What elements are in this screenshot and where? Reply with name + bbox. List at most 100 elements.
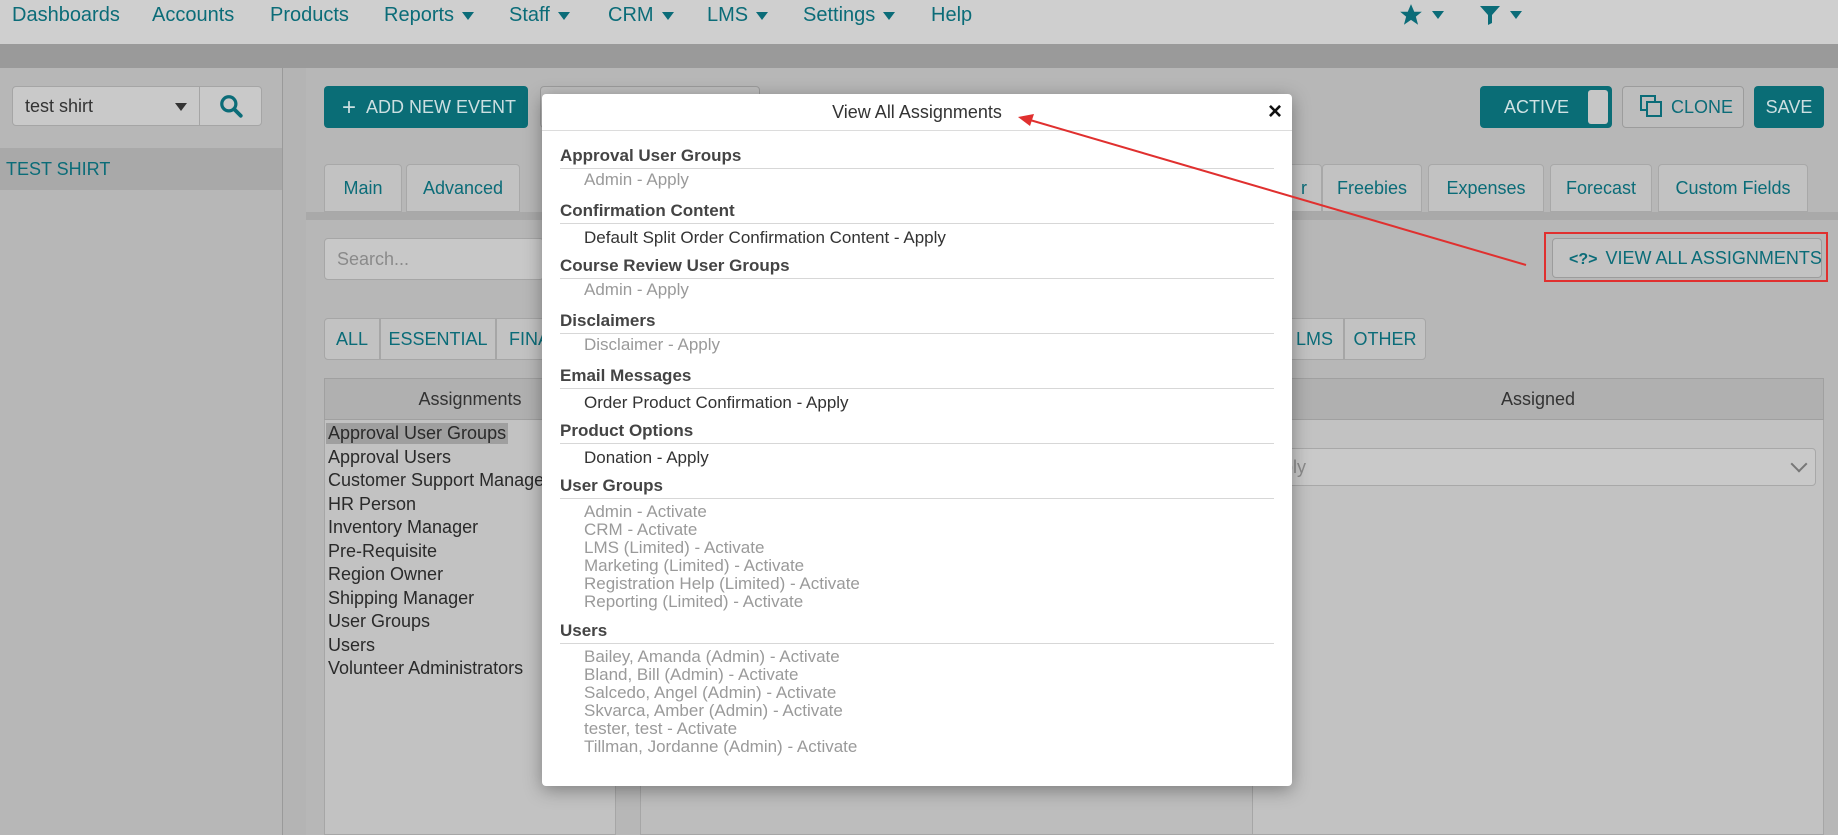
assignment-entry: LMS (Limited) - Activate [584, 538, 765, 557]
assignment-entry: Default Split Order Confirmation Content… [584, 228, 946, 247]
list-item[interactable]: Users [328, 635, 375, 656]
favorites-menu[interactable] [1398, 2, 1444, 28]
assignment-entry: Salcedo, Angel (Admin) - Activate [584, 683, 837, 702]
nav-settings[interactable]: Settings [803, 4, 896, 27]
assignment-entry: Tillman, Jordanne (Admin) - Activate [584, 737, 858, 756]
filter-lms[interactable]: LMS [1290, 318, 1344, 360]
nav-lms[interactable]: LMS [707, 4, 769, 27]
list-item[interactable]: Approval User Groups [326, 423, 509, 444]
section-title: Users [560, 621, 1274, 644]
list-item[interactable]: Pre-Requisite [328, 541, 437, 562]
assigned-header: Assigned [1252, 378, 1824, 420]
plus-icon: + [342, 94, 357, 121]
tab-custom-fields[interactable]: Custom Fields [1658, 164, 1808, 212]
modal-title: View All Assignments [832, 102, 1002, 122]
tab-expenses[interactable]: Expenses [1428, 164, 1544, 212]
filter-menu[interactable] [1478, 2, 1522, 28]
assignment-entry: Admin - Activate [584, 502, 707, 521]
list-item[interactable]: Volunteer Administrators [328, 658, 523, 679]
left-list-item-selected[interactable]: TEST SHIRT [0, 148, 282, 190]
list-item[interactable]: Shipping Manager [328, 588, 474, 609]
modal-section: User Groups Admin - Activate CRM - Activ… [560, 476, 1274, 611]
assignment-entry: Disclaimer - Apply [584, 335, 721, 354]
assignment-entry: Bland, Bill (Admin) - Activate [584, 665, 799, 684]
left-panel: test shirt TEST SHIRT [0, 68, 283, 835]
chevron-down-icon [756, 11, 769, 20]
assignment-entry: Reporting (Limited) - Activate [584, 592, 804, 611]
filter-all[interactable]: ALL [324, 318, 380, 360]
save-button[interactable]: SAVE [1754, 86, 1824, 128]
nav-products[interactable]: Products [270, 4, 349, 27]
view-all-assignments-modal: View All Assignments × Approval User Gro… [542, 94, 1292, 786]
add-new-event-button[interactable]: + ADD NEW EVENT [324, 86, 528, 128]
dropdown-arrow-icon [175, 103, 187, 111]
list-item[interactable]: Customer Support Manage [328, 470, 544, 491]
assigned-action-select[interactable]: ply [1270, 448, 1816, 486]
list-item[interactable]: Region Owner [328, 564, 443, 585]
tab-forecast[interactable]: Forecast [1550, 164, 1652, 212]
filter-essential[interactable]: ESSENTIAL [380, 318, 496, 360]
section-title: Product Options [560, 421, 1274, 444]
nav-accounts[interactable]: Accounts [152, 4, 234, 27]
assignment-entry: Admin - Apply [584, 170, 689, 189]
clone-button[interactable]: CLONE [1622, 86, 1744, 128]
list-item[interactable]: HR Person [328, 494, 416, 515]
assignment-entry: Marketing (Limited) - Activate [584, 556, 805, 575]
chevron-down-icon [883, 11, 896, 20]
active-toggle[interactable]: ACTIVE [1480, 86, 1612, 128]
list-item[interactable]: User Groups [328, 611, 430, 632]
assignment-search-input[interactable]: Search... [324, 238, 544, 280]
section-title: Email Messages [560, 366, 1274, 389]
modal-section: Users Bailey, Amanda (Admin) - Activate … [560, 621, 1274, 756]
modal-section: Confirmation Content Default Split Order… [560, 201, 1274, 249]
nav-reports[interactable]: Reports [384, 4, 475, 27]
assignment-entry: Bailey, Amanda (Admin) - Activate [584, 647, 840, 666]
assignment-entry: tester, test - Activate [584, 719, 738, 738]
modal-section: Approval User Groups Admin - Apply [560, 146, 1274, 189]
filter-icon [1480, 6, 1500, 25]
assignment-entry: Donation - Apply [584, 448, 709, 467]
chevron-down-icon [557, 11, 570, 20]
toggle-knob [1588, 90, 1608, 124]
section-title: Course Review User Groups [560, 256, 1274, 279]
chevron-down-icon [462, 11, 475, 20]
modal-section: Product Options Donation - Apply [560, 421, 1274, 469]
close-icon[interactable]: × [1268, 98, 1282, 126]
highlight-box [1544, 232, 1828, 282]
section-title: Disclaimers [560, 311, 1274, 334]
list-item[interactable]: Approval Users [328, 447, 451, 468]
clone-icon [1640, 95, 1662, 117]
left-search-button[interactable] [200, 86, 262, 126]
filter-financial[interactable]: FINA [496, 318, 550, 360]
product-select[interactable]: test shirt [12, 86, 200, 126]
modal-section: Email Messages Order Product Confirmatio… [560, 366, 1274, 414]
section-title: Confirmation Content [560, 201, 1274, 224]
chevron-down-icon [1432, 11, 1444, 19]
assignment-entry: Skvarca, Amber (Admin) - Activate [584, 701, 843, 720]
nav-shadow-band [0, 44, 1838, 68]
search-icon [220, 95, 243, 118]
section-title: User Groups [560, 476, 1274, 499]
nav-staff[interactable]: Staff [509, 4, 570, 27]
chevron-down-icon [1790, 455, 1808, 473]
list-item[interactable]: Inventory Manager [328, 517, 478, 538]
star-icon [1400, 4, 1422, 25]
assigned-panel [1252, 378, 1824, 835]
tab-freebies[interactable]: Freebies [1322, 164, 1422, 212]
assignment-entry: CRM - Activate [584, 520, 698, 539]
chevron-down-icon [1510, 11, 1522, 19]
tab-advanced[interactable]: Advanced [406, 164, 520, 212]
nav-crm[interactable]: CRM [608, 4, 674, 27]
filter-other[interactable]: OTHER [1344, 318, 1426, 360]
tab-main[interactable]: Main [324, 164, 402, 212]
modal-section: Course Review User Groups Admin - Apply [560, 256, 1274, 299]
chevron-down-icon [661, 11, 674, 20]
assignment-entry: Registration Help (Limited) - Activate [584, 574, 860, 593]
nav-dashboards[interactable]: Dashboards [12, 4, 120, 27]
modal-header: View All Assignments × [542, 94, 1292, 131]
assignment-entry: Admin - Apply [584, 280, 689, 299]
nav-help[interactable]: Help [931, 4, 972, 27]
top-nav: Dashboards Accounts Products Reports Sta… [0, 0, 1838, 44]
modal-section: Disclaimers Disclaimer - Apply [560, 311, 1274, 354]
assignment-entry: Order Product Confirmation - Apply [584, 393, 849, 412]
